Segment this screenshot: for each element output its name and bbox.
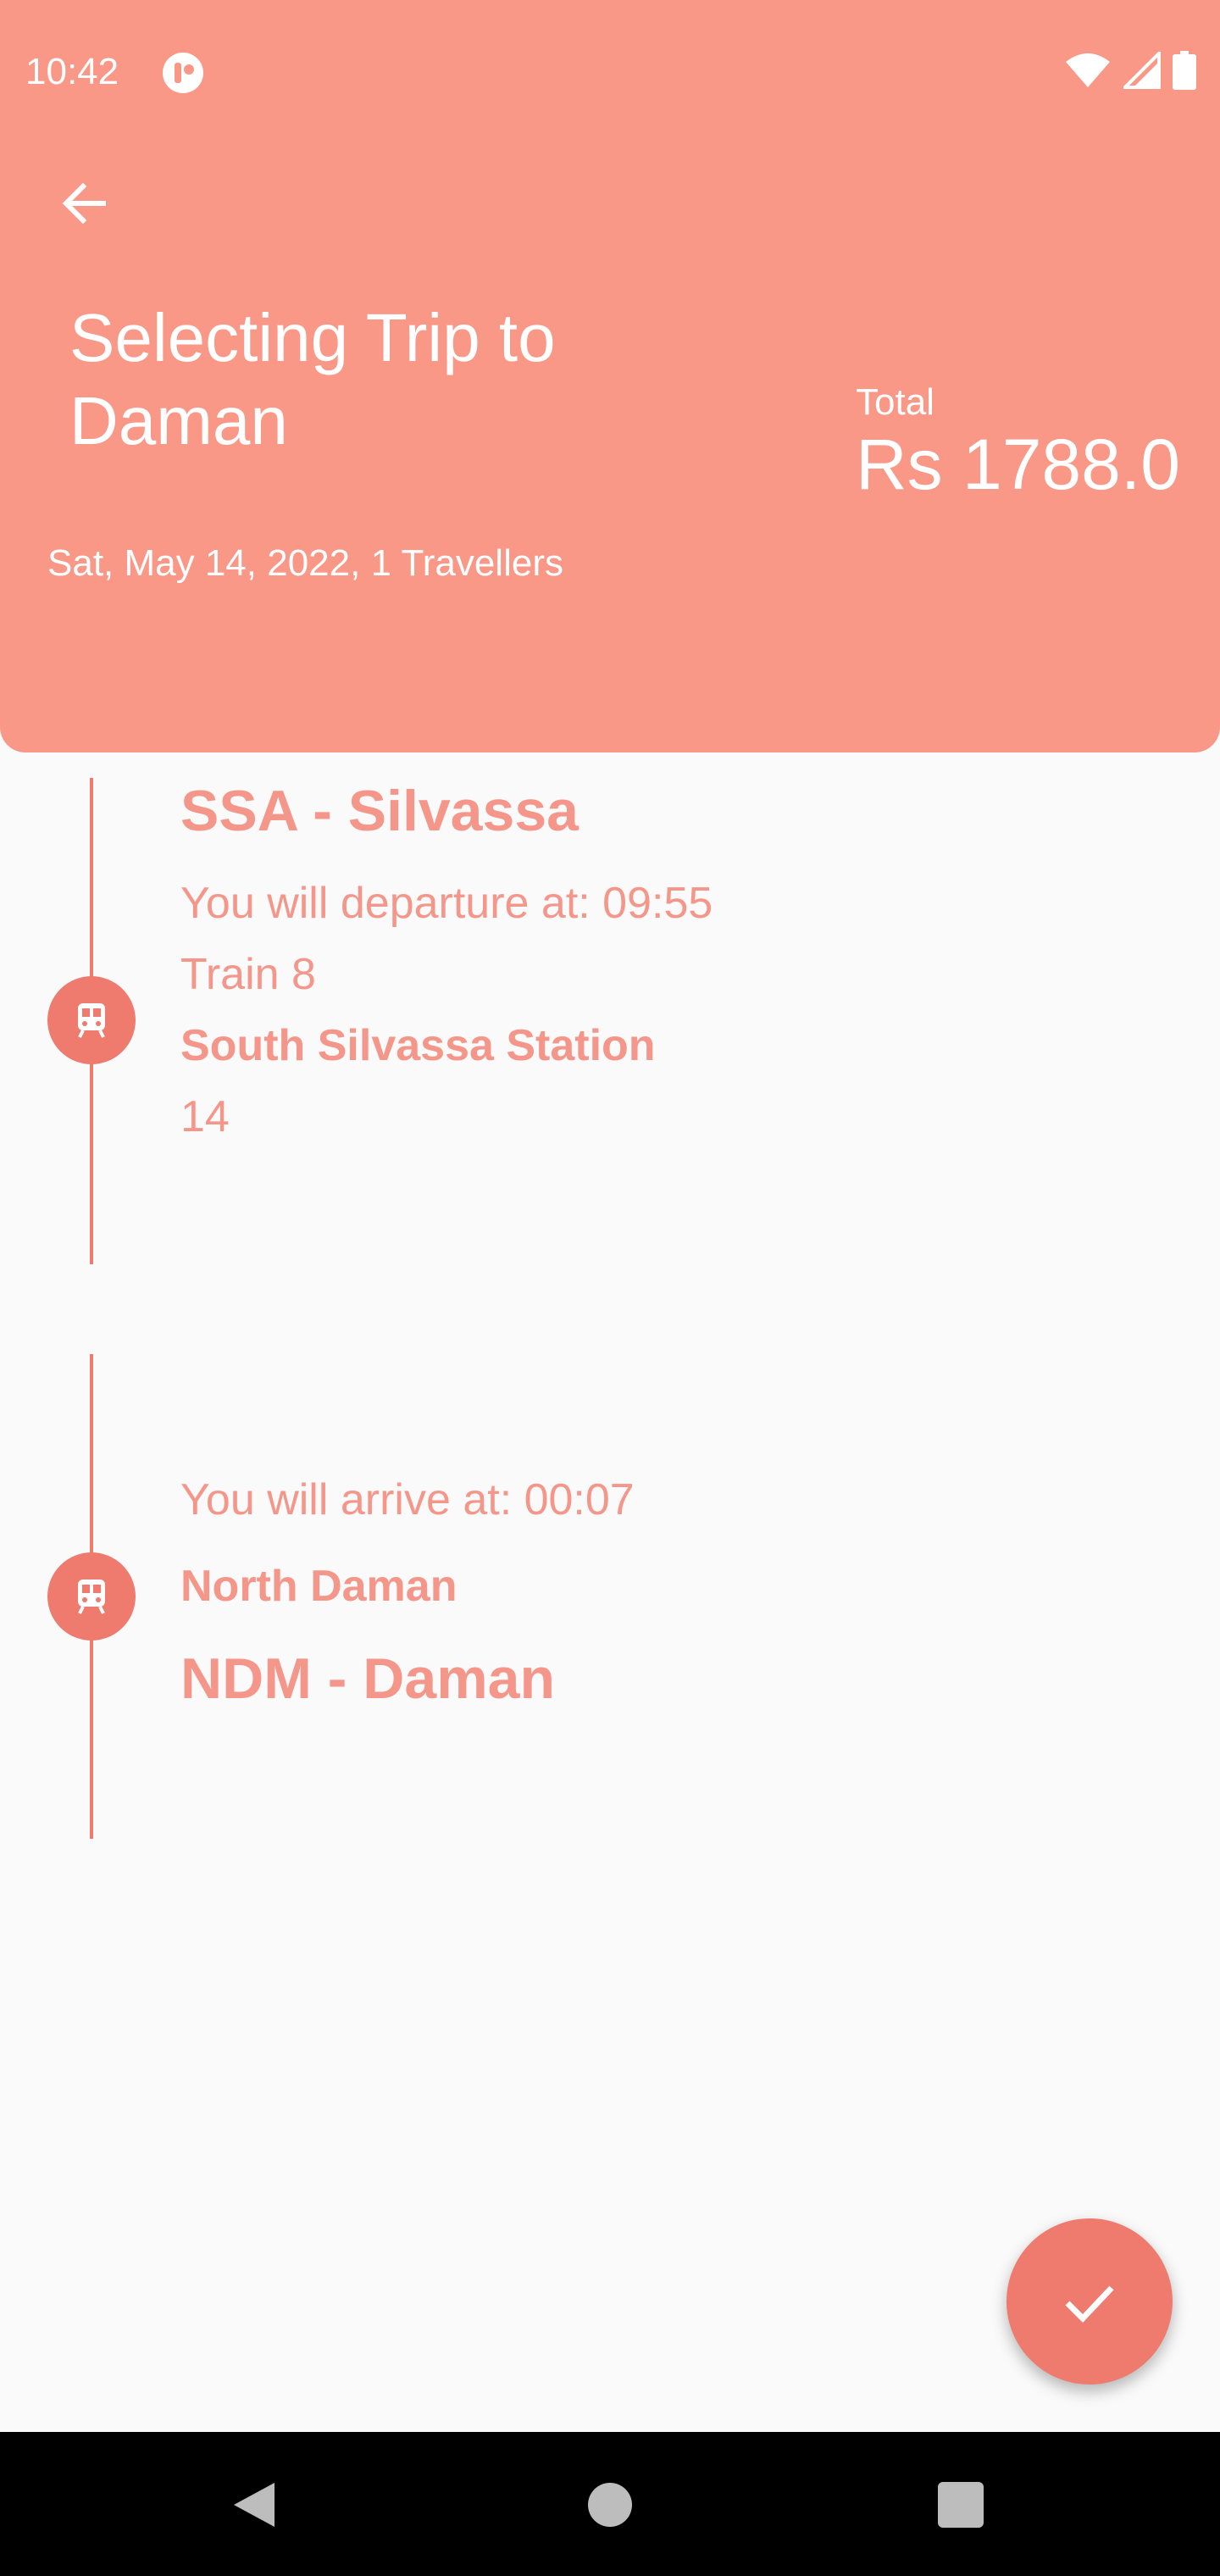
departure-station-code: SSA - Silvassa — [180, 779, 579, 843]
trip-subtitle: Sat, May 14, 2022, 1 Travellers — [47, 542, 563, 584]
status-time: 10:42 — [25, 51, 119, 92]
nav-recents-icon[interactable] — [938, 2482, 984, 2528]
nav-back-icon[interactable] — [230, 2479, 278, 2530]
arrival-station-code: NDM - Daman — [180, 1646, 556, 1711]
departure-station-name: South Silvassa Station — [180, 1021, 656, 1070]
page-title: Selecting Trip to Daman — [69, 300, 556, 458]
battery-icon — [1173, 51, 1196, 90]
status-bar: 10:42 — [0, 0, 1220, 144]
navigation-bar — [0, 2432, 1220, 2576]
arrival-timeline-dot — [47, 1552, 136, 1641]
train-number: Train 8 — [180, 950, 316, 999]
arrival-time: You will arrive at: 00:07 — [180, 1475, 635, 1524]
wifi-icon — [1066, 53, 1110, 87]
departure-time: You will departure at: 09:55 — [180, 879, 713, 928]
confirm-button[interactable] — [1006, 2218, 1173, 2384]
header: 10:42 Selecting Trip to Daman Sat, May 1 — [0, 0, 1220, 752]
app-notification-icon — [163, 53, 203, 93]
total-label: Total — [856, 381, 934, 423]
arrival-station-name: North Daman — [180, 1562, 458, 1611]
arrow-left-icon — [62, 182, 106, 225]
train-icon — [78, 1003, 105, 1038]
platform-number: 14 — [180, 1092, 230, 1141]
nav-home-icon[interactable] — [588, 2483, 632, 2527]
check-icon — [1065, 2285, 1114, 2323]
status-icons — [1064, 51, 1196, 90]
cellular-signal-icon — [1123, 52, 1161, 89]
departure-timeline-dot — [47, 976, 136, 1064]
back-button[interactable] — [51, 169, 119, 237]
total-value: Rs 1788.0 — [856, 425, 1180, 504]
train-icon — [78, 1579, 105, 1614]
